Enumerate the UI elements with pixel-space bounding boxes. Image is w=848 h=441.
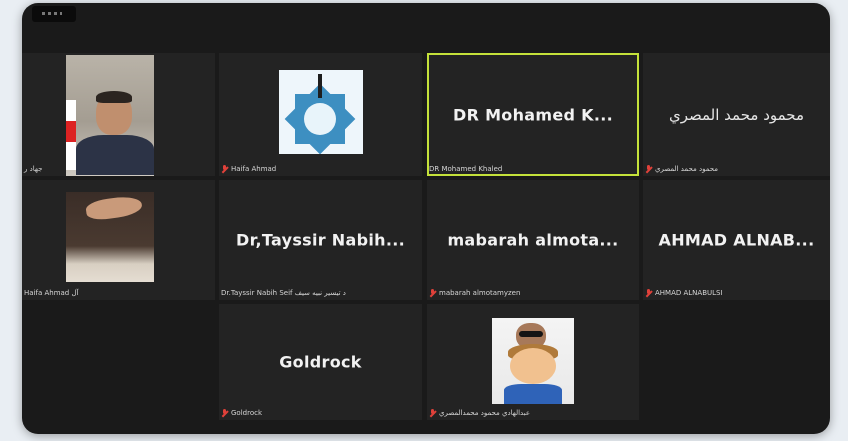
- participant-video: [492, 318, 574, 404]
- participant-tile[interactable]: AHMAD ALNAB... AHMAD ALNABULSI: [643, 180, 830, 300]
- participant-display-name: mabarah almota...: [447, 230, 619, 250]
- participant-profile-image: [279, 70, 363, 154]
- participant-name-label: عبدالهادي محمود محمدالمصري: [429, 409, 530, 417]
- participant-display-name: AHMAD ALNAB...: [658, 230, 815, 250]
- participant-tile[interactable]: عبدالهادي محمود محمدالمصري: [427, 304, 639, 420]
- participant-video: [66, 192, 154, 282]
- mic-muted-icon: [221, 165, 228, 173]
- participant-name-label: Haifa Ahmad آل: [24, 289, 79, 297]
- mic-muted-icon: [429, 289, 436, 297]
- participant-display-name: محمود محمد المصري: [668, 105, 805, 124]
- participant-tile[interactable]: جهاد ر: [22, 53, 215, 176]
- participant-tile-active-speaker[interactable]: DR Mohamed K... DR Mohamed Khaled: [427, 53, 639, 176]
- participant-tile[interactable]: Dr,Tayssir Nabih... Dr.Tayssir Nabih Sei…: [219, 180, 422, 300]
- participant-name-label: Haifa Ahmad: [221, 165, 276, 173]
- participant-name-label: AHMAD ALNABULSI: [645, 289, 723, 297]
- mic-muted-icon: [645, 289, 652, 297]
- participant-name-label: محمود محمد المصري: [645, 165, 718, 173]
- participant-name-label: جهاد ر: [24, 165, 43, 173]
- more-icon: [42, 12, 62, 15]
- participant-tile[interactable]: Haifa Ahmad: [219, 53, 422, 176]
- view-options-tab[interactable]: [32, 6, 76, 22]
- participant-display-name: DR Mohamed K...: [453, 105, 613, 124]
- participant-display-name: Dr,Tayssir Nabih...: [236, 230, 405, 250]
- participant-display-name: Goldrock: [279, 352, 362, 372]
- mic-muted-icon: [429, 409, 436, 417]
- participant-tile[interactable]: محمود محمد المصري محمود محمد المصري: [643, 53, 830, 176]
- mic-muted-icon: [221, 409, 228, 417]
- participant-video: [66, 55, 154, 176]
- participant-tile[interactable]: Goldrock Goldrock: [219, 304, 422, 420]
- participant-tile[interactable]: mabarah almota... mabarah almotamyzen: [427, 180, 639, 300]
- participant-name-label: mabarah almotamyzen: [429, 289, 520, 297]
- participant-name-label: DR Mohamed Khaled: [429, 165, 503, 173]
- mic-muted-icon: [645, 165, 652, 173]
- participant-name-label: Dr.Tayssir Nabih Seif د تيسير نبيه سيف: [221, 289, 346, 297]
- participant-tile[interactable]: Haifa Ahmad آل: [22, 180, 215, 300]
- participant-name-label: Goldrock: [221, 409, 262, 417]
- meeting-gallery-view: جهاد ر Haifa Ahmad DR Mohamed K... DR Mo…: [22, 3, 830, 434]
